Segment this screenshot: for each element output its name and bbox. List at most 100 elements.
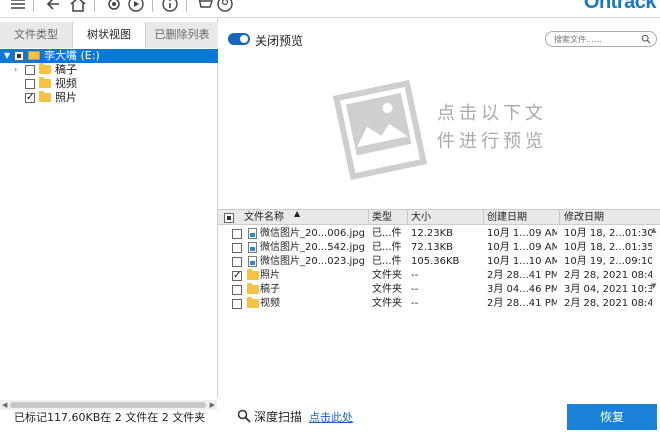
cell-name: 照片 (260, 270, 280, 281)
cell-modified: 3月 04, 2021 10:37 PM (564, 284, 652, 295)
back-arrow-icon[interactable] (44, 0, 64, 14)
row-checkbox[interactable] (232, 269, 242, 283)
cell-size: 12.23KB (411, 228, 454, 239)
scroll-left-icon[interactable]: ◀ (2, 400, 7, 410)
cell-type: 文件夹 (372, 270, 402, 281)
table-row[interactable]: 微信图片_20...006.jpg 已...件 12.23KB 10月 1...… (218, 227, 660, 241)
row-checkbox[interactable] (232, 243, 242, 253)
folder-tree: ▼ 李大嘴 (E:) › 稿子 视频 照片 (0, 49, 218, 105)
cell-type: 已...件 (372, 228, 402, 239)
toolbar-separator (152, 0, 153, 12)
column-header-name[interactable]: 文件名称 (244, 210, 284, 225)
scroll-up-icon[interactable]: ▲ (651, 226, 656, 234)
cell-size: -- (411, 284, 419, 295)
row-checkbox[interactable] (232, 299, 242, 309)
tree-checkbox[interactable] (14, 51, 24, 61)
search-icon[interactable] (237, 409, 251, 423)
preview-message: 点击以下文 件进行预览 (437, 100, 567, 156)
cell-size: 105.36KB (411, 256, 460, 267)
row-checkbox[interactable] (232, 257, 242, 267)
tab-file-type[interactable]: 文件类型 (0, 22, 72, 48)
table-row[interactable]: 微信图片_20...542.jpg 已...件 72.13KB 10月 1...… (218, 241, 660, 255)
cell-name: 微信图片_20...006.jpg (260, 228, 365, 239)
preview-toggle-label: 关闭预览 (255, 34, 304, 48)
vertical-scrollbar[interactable]: ▲ ▼ (650, 226, 660, 396)
chevron-down-icon[interactable]: ▼ (4, 52, 10, 60)
tree-checkbox[interactable] (25, 91, 35, 105)
scroll-down-icon[interactable]: ▼ (651, 282, 656, 290)
folder-icon (247, 297, 259, 308)
table-header: 文件名称 ▲ 类型 大小 创建日期 修改日期 (218, 209, 660, 225)
home-icon[interactable] (68, 0, 88, 14)
tree-checkbox[interactable] (25, 79, 35, 89)
tree-item-drafts[interactable]: › 稿子 (0, 63, 218, 77)
search-box[interactable] (545, 31, 657, 47)
folder-icon (247, 283, 259, 294)
column-separator[interactable] (559, 210, 560, 225)
search-input[interactable] (554, 34, 640, 45)
cell-name: 微信图片_20...023.jpg (260, 256, 365, 267)
cell-type: 文件夹 (372, 284, 402, 295)
cell-name: 稿子 (260, 284, 280, 295)
cell-modified: 2月 28, 2021 08:41 PM (564, 270, 652, 281)
image-file-icon (248, 228, 257, 239)
cell-created: 3月 04...46 PM (487, 284, 557, 295)
file-table: 文件名称 ▲ 类型 大小 创建日期 修改日期 微信图片_20...006.jpg… (218, 209, 660, 309)
cell-modified: 2月 28, 2021 08:41 PM (564, 298, 652, 309)
cell-size: -- (411, 298, 419, 309)
table-row[interactable]: 稿子 文件夹 -- 3月 04...46 PM 3月 04, 2021 10:3… (218, 283, 660, 297)
column-header-type[interactable]: 类型 (372, 210, 392, 225)
tree-item-videos[interactable]: 视频 (0, 77, 218, 91)
brand-logo: Ontrack (583, 0, 657, 13)
cell-created: 2月 28...41 PM (487, 298, 557, 309)
toolbar-separator (186, 0, 187, 12)
recover-button[interactable]: 恢复 (567, 404, 657, 430)
info-icon[interactable] (160, 0, 180, 14)
tree-item-drive[interactable]: ▼ 李大嘴 (E:) (0, 49, 218, 63)
column-separator[interactable] (368, 210, 369, 225)
select-all-checkbox[interactable] (224, 213, 234, 223)
table-row[interactable]: 视频 文件夹 -- 2月 28...41 PM 2月 28, 2021 08:4… (218, 297, 660, 311)
account-icon[interactable] (215, 0, 235, 14)
tree-item-photos[interactable]: 照片 (0, 91, 218, 105)
column-header-created[interactable]: 创建日期 (487, 210, 527, 225)
column-separator[interactable] (483, 210, 484, 225)
sort-ascending-icon[interactable]: ▲ (294, 206, 300, 221)
table-row[interactable]: 微信图片_20...023.jpg 已...件 105.36KB 10月 1..… (218, 255, 660, 269)
column-header-size[interactable]: 大小 (411, 210, 431, 225)
toolbar-separator (94, 0, 95, 12)
image-file-icon (248, 242, 257, 253)
tab-tree-view[interactable]: 树状视图 (72, 22, 146, 48)
column-header-modified[interactable]: 修改日期 (564, 210, 604, 225)
drive-icon (28, 51, 40, 60)
folder-icon (247, 269, 259, 280)
selection-status: 已标记117.60KB在 2 文件在 2 文件夹 (14, 411, 206, 424)
gear-icon[interactable] (104, 0, 124, 14)
search-icon[interactable] (641, 34, 651, 44)
view-tabs: 文件类型 树状视图 已删除列表 (0, 22, 218, 48)
tree-checkbox[interactable] (25, 65, 35, 75)
chevron-right-icon[interactable]: › (14, 66, 17, 74)
cell-name: 视频 (260, 298, 280, 309)
tree-item-label: 李大嘴 (E:) (44, 49, 100, 62)
scroll-right-icon[interactable]: ▶ (210, 400, 215, 410)
menu-icon[interactable] (8, 0, 28, 14)
table-body: 微信图片_20...006.jpg 已...件 12.23KB 10月 1...… (218, 227, 660, 311)
cart-icon[interactable] (194, 0, 214, 14)
deep-scan-link[interactable]: 点击此处 (309, 409, 353, 425)
preview-toggle[interactable] (228, 33, 250, 45)
column-separator[interactable] (407, 210, 408, 225)
table-row[interactable]: 照片 文件夹 -- 2月 28...41 PM 2月 28, 2021 08:4… (218, 269, 660, 283)
row-checkbox[interactable] (232, 229, 242, 239)
folder-icon (39, 91, 51, 102)
preview-message-line: 件进行预览 (437, 131, 547, 152)
deep-scan-label: 深度扫描 (254, 410, 303, 424)
cell-type: 已...件 (372, 256, 402, 267)
left-panel: 文件类型 树状视图 已删除列表 ▼ 李大嘴 (E:) › 稿子 视频 ✓ 照片 … (0, 18, 218, 410)
tree-item-label: 视频 (55, 77, 77, 90)
tab-deleted-list[interactable]: 已删除列表 (146, 22, 218, 48)
row-checkbox[interactable] (232, 285, 242, 295)
cell-modified: 10月 18, 2...01:35 PM (564, 242, 652, 253)
play-icon[interactable] (126, 0, 146, 14)
scrollbar-thumb[interactable] (10, 402, 206, 408)
